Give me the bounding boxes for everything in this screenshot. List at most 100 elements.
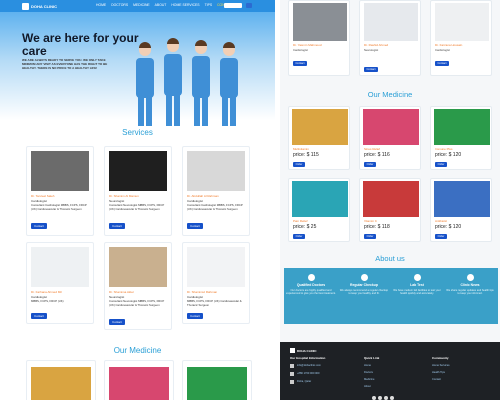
nav-home-services[interactable]: HOME SERVICES xyxy=(171,3,199,7)
phone-icon xyxy=(290,372,294,376)
contact-button[interactable]: Contact xyxy=(109,223,125,229)
medicine-image xyxy=(363,181,419,217)
nav-medicine[interactable]: MEDICINE xyxy=(133,3,150,7)
order-button[interactable]: Order xyxy=(293,234,305,239)
news-icon xyxy=(466,274,474,281)
left-screenshot: DOHA CLINIC HOME DOCTORS MEDICINE ABOUT … xyxy=(0,0,275,400)
medicine-name[interactable]: Vitamin C xyxy=(364,219,377,223)
medicine-card xyxy=(104,360,174,400)
doctor-description: Consultant Neurologist MBBS, FCPS, FRCP … xyxy=(109,299,165,307)
checkup-icon xyxy=(360,274,368,281)
doctor-name[interactable]: Dr. Abdullah Al Rahman xyxy=(187,194,219,198)
nav-home[interactable]: HOME xyxy=(96,3,106,7)
brand-logo[interactable]: DOHA CLINIC xyxy=(22,2,57,10)
doctor-name[interactable]: Dr. Yasmin Mahmood xyxy=(293,43,322,47)
mail-icon xyxy=(290,364,294,368)
twitter-icon[interactable] xyxy=(378,396,382,400)
footer-link[interactable]: Contact xyxy=(432,378,441,381)
medicine-card: Multivitamin price: $ 115 Order xyxy=(288,106,350,170)
nav-tips[interactable]: TIPS xyxy=(205,3,213,7)
footer-link[interactable]: Medicine xyxy=(364,378,374,381)
doctor-name[interactable]: Dr. Shamimul Rahman xyxy=(187,290,217,294)
doctor-card: Dr. Shamima Akter Neurologist Consultant… xyxy=(104,242,172,330)
clinic-icon xyxy=(290,348,295,353)
medicine-card: Pain Relief price: $ 25 Order xyxy=(288,178,350,242)
medicine-image xyxy=(187,367,247,400)
about-item: Qualified Doctors Our doctors are highly… xyxy=(286,274,336,296)
right-screenshot: Dr. Yasmin Mahmood Cardiologist Contact … xyxy=(280,0,500,400)
about-item: Regular Checkup We always recommend a re… xyxy=(339,274,389,296)
footer-link[interactable]: Doctors xyxy=(364,371,373,374)
order-button[interactable]: Order xyxy=(435,234,447,239)
hero-description: WE ARE ALWAYS READY TO SERVE YOU. WE ONL… xyxy=(22,58,108,71)
linkedin-icon[interactable] xyxy=(390,396,394,400)
about-item-title: Clinic News xyxy=(460,283,480,287)
contact-button[interactable]: Contact xyxy=(31,313,47,319)
order-button[interactable]: Order xyxy=(364,162,376,167)
medicine-name[interactable]: Antibiotic xyxy=(435,219,447,223)
doctor-description: Consultant Neurologist MBBS, FCPS, FRCP … xyxy=(109,203,165,211)
doctor-name[interactable]: Dr. Farzana Hossain xyxy=(435,43,462,47)
doctor-name[interactable]: Dr. Farhana Ahmed Mil xyxy=(31,290,62,294)
about-band: Qualified Doctors Our doctors are highly… xyxy=(284,268,498,324)
about-item: Clinic News We share regular updates and… xyxy=(445,274,495,296)
facebook-icon[interactable] xyxy=(372,396,376,400)
contact-button[interactable]: Contact xyxy=(435,61,449,66)
medicine-name[interactable]: Pain Relief xyxy=(293,219,308,223)
doctor-specialty: Neurologist xyxy=(364,48,379,52)
contact-button[interactable]: Contact xyxy=(364,67,378,72)
footer-link[interactable]: Home xyxy=(364,364,371,367)
medicine-image xyxy=(31,367,91,400)
footer-link[interactable]: About xyxy=(364,385,371,388)
medicine-card: Vitamin C price: $ 118 Order xyxy=(359,178,421,242)
lab-icon xyxy=(413,274,421,281)
doctor-card: Dr. Yasmin Mahmood Cardiologist Contact xyxy=(288,0,350,76)
medicine-name[interactable]: Sinus Relief xyxy=(364,147,380,151)
medicine-name[interactable]: Immune Plus xyxy=(435,147,453,151)
doctor-card: Dr. Rashid Ahmed Neurologist Contact xyxy=(359,0,421,76)
contact-button[interactable]: Contact xyxy=(293,61,307,66)
footer-email[interactable]: info@dohaclinic.com xyxy=(297,364,321,367)
medicine-image xyxy=(363,109,419,145)
search-input[interactable] xyxy=(224,3,242,8)
medicine-price: price: $ 120 xyxy=(435,224,462,230)
doctor-card: Dr. Tanzeel Saleh Cardiologist Consultan… xyxy=(26,146,94,236)
medicine-name[interactable]: Multivitamin xyxy=(293,147,309,151)
nav-about[interactable]: ABOUT xyxy=(155,3,167,7)
order-button[interactable]: Order xyxy=(293,162,305,167)
contact-button[interactable]: Contact xyxy=(187,313,203,319)
about-title: About us xyxy=(375,254,405,263)
doctor-photo xyxy=(31,247,89,287)
contact-button[interactable]: Contact xyxy=(187,223,203,229)
nav-doctors[interactable]: DOCTORS xyxy=(111,3,128,7)
search-button[interactable] xyxy=(246,3,252,8)
instagram-icon[interactable] xyxy=(384,396,388,400)
contact-button[interactable]: Contact xyxy=(109,319,125,325)
medicine-image xyxy=(434,109,490,145)
doctor-name[interactable]: Dr. Shamim Al Mamun xyxy=(109,194,139,198)
footer-brand: DOHA CLINIC xyxy=(297,348,317,353)
footer-phone[interactable]: +880 1700 000 000 xyxy=(297,372,319,375)
medicine-price: price: $ 116 xyxy=(364,152,390,158)
footer-logo[interactable]: DOHA CLINIC xyxy=(290,348,317,353)
doctor-name[interactable]: Dr. Rashid Ahmed xyxy=(364,43,388,47)
doctor-photo xyxy=(364,3,418,41)
doctor-card: Dr. Abdullah Al Rahman Cardiologist Cons… xyxy=(182,146,250,236)
order-button[interactable]: Order xyxy=(435,162,447,167)
doctor-specialty: Cardiologist xyxy=(293,48,308,52)
doctor-icon xyxy=(307,274,315,281)
footer-col2-title: Quick Link xyxy=(364,356,380,360)
contact-button[interactable]: Contact xyxy=(31,223,47,229)
location-icon xyxy=(290,380,294,384)
order-button[interactable]: Order xyxy=(364,234,376,239)
doctor-name[interactable]: Dr. Shamima Akter xyxy=(109,290,134,294)
hero-title: We are here for your care xyxy=(22,31,139,58)
footer-link[interactable]: Home Services xyxy=(432,364,450,367)
doctor-specialty: Cardiologist xyxy=(435,48,450,52)
doctor-card: Dr. Farhana Ahmed Mil Cardiologist MBBS,… xyxy=(26,242,94,324)
footer-col3-title: Community xyxy=(432,356,449,360)
footer-address: Doha, Qatar xyxy=(297,380,312,383)
doctor-name[interactable]: Dr. Tanzeel Saleh xyxy=(31,194,54,198)
footer-link[interactable]: Health Tips xyxy=(432,371,445,374)
doctor-photo xyxy=(187,247,245,287)
